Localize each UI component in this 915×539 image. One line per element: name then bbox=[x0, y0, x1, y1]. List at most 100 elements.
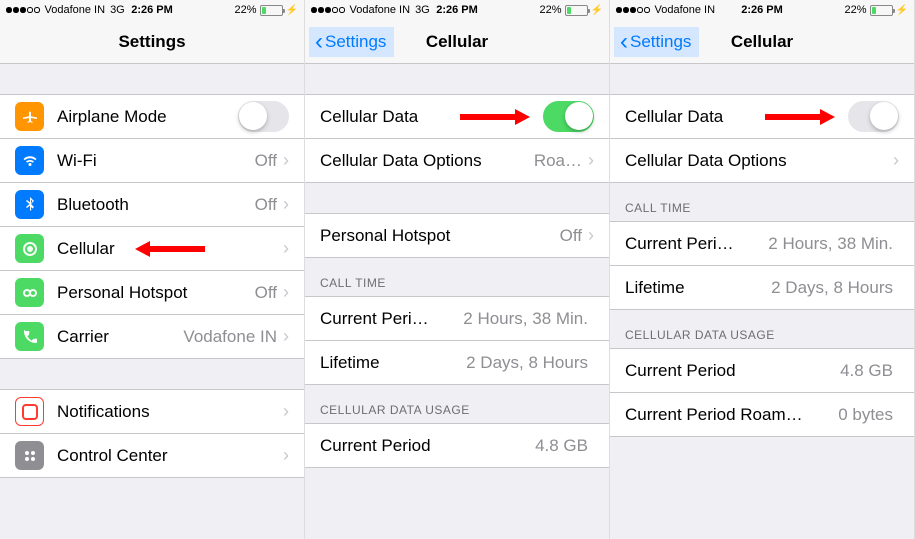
row-label: Cellular Data bbox=[320, 107, 543, 127]
battery-icon bbox=[565, 5, 588, 16]
row-value: Vodafone IN bbox=[183, 327, 277, 347]
battery-percent: 22% bbox=[235, 4, 257, 16]
lifetime-call-row: Lifetime 2 Days, 8 Hours bbox=[610, 266, 914, 310]
charging-icon: ⚡ bbox=[286, 5, 298, 16]
cellular-data-options-row[interactable]: Cellular Data Options Roa… › bbox=[305, 139, 609, 183]
charging-icon: ⚡ bbox=[591, 5, 603, 16]
signal-strength-icon bbox=[311, 7, 345, 13]
carrier-label: Vodafone IN bbox=[655, 4, 716, 16]
row-value: Roa… bbox=[534, 151, 582, 171]
notifications-row[interactable]: Notifications › bbox=[0, 390, 304, 434]
data-usage-header: CELLULAR DATA USAGE bbox=[610, 310, 914, 348]
call-time-header: CALL TIME bbox=[305, 258, 609, 296]
row-value: 2 Hours, 38 Min. bbox=[463, 309, 588, 329]
cellular-data-toggle[interactable] bbox=[848, 101, 899, 132]
battery-percent: 22% bbox=[540, 4, 562, 16]
back-button[interactable]: ‹ Settings bbox=[309, 27, 394, 57]
row-label: Notifications bbox=[57, 402, 283, 422]
cellular-data-toggle[interactable] bbox=[543, 101, 594, 132]
back-button[interactable]: ‹ Settings bbox=[614, 27, 699, 57]
network-label: 3G bbox=[415, 4, 430, 16]
carrier-label: Vodafone IN bbox=[350, 4, 411, 16]
back-label: Settings bbox=[325, 32, 386, 52]
call-time-header: CALL TIME bbox=[610, 183, 914, 221]
row-label: Current Period Roam… bbox=[625, 405, 838, 425]
airplane-toggle[interactable] bbox=[238, 101, 289, 132]
chevron-right-icon: › bbox=[283, 150, 289, 171]
row-label: Cellular Data Options bbox=[320, 151, 534, 171]
wifi-row[interactable]: Wi-Fi Off › bbox=[0, 139, 304, 183]
current-period-call-row: Current Peri… 2 Hours, 38 Min. bbox=[610, 222, 914, 266]
chevron-left-icon: ‹ bbox=[315, 30, 323, 54]
battery-percent: 22% bbox=[845, 4, 867, 16]
hotspot-row[interactable]: Personal Hotspot Off › bbox=[0, 271, 304, 315]
cellular-panel-off: Vodafone IN 2:26 PM 22% ⚡ ‹ Settings Cel… bbox=[610, 0, 915, 539]
control-center-icon bbox=[15, 441, 44, 470]
battery-icon bbox=[260, 5, 283, 16]
wifi-icon bbox=[15, 146, 44, 175]
airplane-mode-row[interactable]: Airplane Mode bbox=[0, 95, 304, 139]
chevron-right-icon: › bbox=[283, 194, 289, 215]
personal-hotspot-row[interactable]: Personal Hotspot Off › bbox=[305, 214, 609, 258]
cellular-row[interactable]: Cellular › bbox=[0, 227, 304, 271]
chevron-left-icon: ‹ bbox=[620, 30, 628, 54]
chevron-right-icon: › bbox=[283, 326, 289, 347]
carrier-label: Vodafone IN bbox=[45, 4, 106, 16]
signal-strength-icon bbox=[616, 7, 650, 13]
phone-icon bbox=[15, 322, 44, 351]
row-label: Current Peri… bbox=[320, 309, 463, 329]
row-value: 4.8 GB bbox=[840, 361, 893, 381]
carrier-row[interactable]: Carrier Vodafone IN › bbox=[0, 315, 304, 359]
settings-panel: Vodafone IN 3G 2:26 PM 22% ⚡ Settings Ai… bbox=[0, 0, 305, 539]
row-value: Off bbox=[255, 195, 277, 215]
current-period-roaming-row: Current Period Roam… 0 bytes bbox=[610, 393, 914, 437]
row-value: 4.8 GB bbox=[535, 436, 588, 456]
clock: 2:26 PM bbox=[436, 4, 478, 16]
cellular-panel-on: Vodafone IN 3G 2:26 PM 22% ⚡ ‹ Settings … bbox=[305, 0, 610, 539]
row-value: 2 Days, 8 Hours bbox=[466, 353, 588, 373]
current-period-data-row: Current Period 4.8 GB bbox=[610, 349, 914, 393]
row-label: Cellular Data Options bbox=[625, 151, 893, 171]
row-value: Off bbox=[560, 226, 582, 246]
current-period-data-row: Current Period 4.8 GB bbox=[305, 424, 609, 468]
chevron-right-icon: › bbox=[283, 401, 289, 422]
row-label: Personal Hotspot bbox=[57, 283, 255, 303]
chevron-right-icon: › bbox=[283, 445, 289, 466]
cellular-data-options-row[interactable]: Cellular Data Options › bbox=[610, 139, 914, 183]
notifications-icon bbox=[15, 397, 44, 426]
row-label: Bluetooth bbox=[57, 195, 255, 215]
status-bar: Vodafone IN 2:26 PM 22% ⚡ bbox=[610, 0, 914, 20]
page-title: Settings bbox=[118, 32, 185, 52]
charging-icon: ⚡ bbox=[896, 5, 908, 16]
row-value: Off bbox=[255, 283, 277, 303]
nav-bar: ‹ Settings Cellular bbox=[305, 20, 609, 64]
row-label: Lifetime bbox=[625, 278, 771, 298]
bluetooth-icon bbox=[15, 190, 44, 219]
row-value: 2 Hours, 38 Min. bbox=[768, 234, 893, 254]
lifetime-call-row: Lifetime 2 Days, 8 Hours bbox=[305, 341, 609, 385]
cellular-data-row[interactable]: Cellular Data bbox=[610, 95, 914, 139]
hotspot-icon bbox=[15, 278, 44, 307]
cellular-data-row[interactable]: Cellular Data bbox=[305, 95, 609, 139]
chevron-right-icon: › bbox=[283, 282, 289, 303]
row-label: Control Center bbox=[57, 446, 283, 466]
status-bar: Vodafone IN 3G 2:26 PM 22% ⚡ bbox=[0, 0, 304, 20]
row-label: Current Peri… bbox=[625, 234, 768, 254]
chevron-right-icon: › bbox=[588, 225, 594, 246]
signal-strength-icon bbox=[6, 7, 40, 13]
row-label: Cellular bbox=[57, 239, 283, 259]
chevron-right-icon: › bbox=[588, 150, 594, 171]
page-title: Cellular bbox=[731, 32, 793, 52]
row-label: Current Period bbox=[320, 436, 535, 456]
control-center-row[interactable]: Control Center › bbox=[0, 434, 304, 478]
status-bar: Vodafone IN 3G 2:26 PM 22% ⚡ bbox=[305, 0, 609, 20]
bluetooth-row[interactable]: Bluetooth Off › bbox=[0, 183, 304, 227]
row-label: Current Period bbox=[625, 361, 840, 381]
row-value: 0 bytes bbox=[838, 405, 893, 425]
row-label: Lifetime bbox=[320, 353, 466, 373]
network-label: 3G bbox=[110, 4, 125, 16]
row-label: Carrier bbox=[57, 327, 183, 347]
nav-bar: Settings bbox=[0, 20, 304, 64]
back-label: Settings bbox=[630, 32, 691, 52]
chevron-right-icon: › bbox=[283, 238, 289, 259]
